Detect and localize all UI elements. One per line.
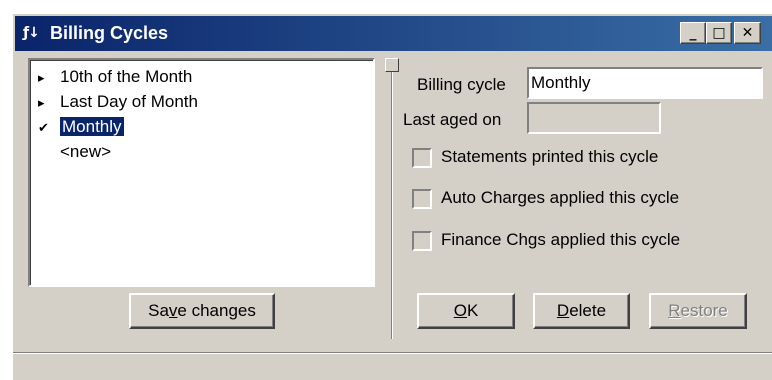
billing-cycles-window: ƒ↓ Billing Cycles _ □ ✕ ▸ 10th of the Mon… xyxy=(12,13,772,380)
maximize-button[interactable]: □ xyxy=(706,22,732,44)
bullet-icon: ▸ xyxy=(38,71,45,86)
list-item[interactable]: ▸ 10th of the Month xyxy=(38,66,192,88)
title-bar[interactable]: ƒ↓ Billing Cycles _ □ ✕ xyxy=(15,16,772,51)
billing-cycle-label: Billing cycle xyxy=(417,75,506,94)
status-bar xyxy=(13,352,772,380)
ok-label-part: K xyxy=(466,301,479,320)
ok-button[interactable]: OK xyxy=(417,293,515,329)
save-label-part: Sa xyxy=(148,301,169,320)
delete-label-part: elete xyxy=(569,301,607,320)
save-changes-button[interactable]: Save changes xyxy=(129,293,275,329)
splitter-handle[interactable] xyxy=(385,58,399,72)
checkbox-label: Auto Charges applied this cycle xyxy=(441,188,680,207)
list-item-label: Monthly xyxy=(60,117,124,136)
checkbox-box[interactable] xyxy=(412,148,432,168)
delete-button[interactable]: Delete xyxy=(533,293,630,329)
billing-cycle-list[interactable]: ▸ 10th of the Month ▸ Last Day of Month ✔ M… xyxy=(28,58,375,287)
list-item-new[interactable]: <new> xyxy=(38,141,111,163)
list-item-label: 10th of the Month xyxy=(60,67,193,86)
restore-accelerator: R xyxy=(668,301,681,320)
billing-cycle-input[interactable]: Monthly xyxy=(527,67,763,99)
last-aged-label: Last aged on xyxy=(403,110,502,129)
list-item-label: Last Day of Month xyxy=(60,92,198,111)
checkbox-label: Statements printed this cycle xyxy=(441,147,659,166)
close-icon: ✕ xyxy=(741,25,754,41)
checkbox-box[interactable] xyxy=(412,189,432,209)
app-icon[interactable]: ƒ↓ xyxy=(23,25,40,41)
splitter-line xyxy=(391,72,393,339)
maximize-icon: □ xyxy=(712,25,726,41)
bullet-icon: ▸ xyxy=(38,96,45,111)
window-title: Billing Cycles xyxy=(50,23,169,43)
minimize-button[interactable]: _ xyxy=(680,22,706,44)
restore-button[interactable]: Restore xyxy=(649,293,747,329)
restore-label-part: estore xyxy=(680,301,728,320)
save-label-part: e changes xyxy=(177,301,256,320)
list-item-label: <new> xyxy=(60,142,112,161)
delete-accelerator: D xyxy=(556,301,570,320)
close-button[interactable]: ✕ xyxy=(734,22,761,44)
list-item-selected[interactable]: ✔ Monthly xyxy=(38,116,124,138)
pane-splitter[interactable] xyxy=(385,58,399,339)
checkbox-label: Finance Chgs applied this cycle xyxy=(441,230,681,249)
ok-accelerator: O xyxy=(453,301,467,320)
list-item[interactable]: ▸ Last Day of Month xyxy=(38,91,198,113)
checkmark-icon: ✔ xyxy=(38,121,49,136)
checkbox-box[interactable] xyxy=(412,231,432,251)
minimize-icon: _ xyxy=(689,25,697,41)
last-aged-field xyxy=(527,102,661,134)
